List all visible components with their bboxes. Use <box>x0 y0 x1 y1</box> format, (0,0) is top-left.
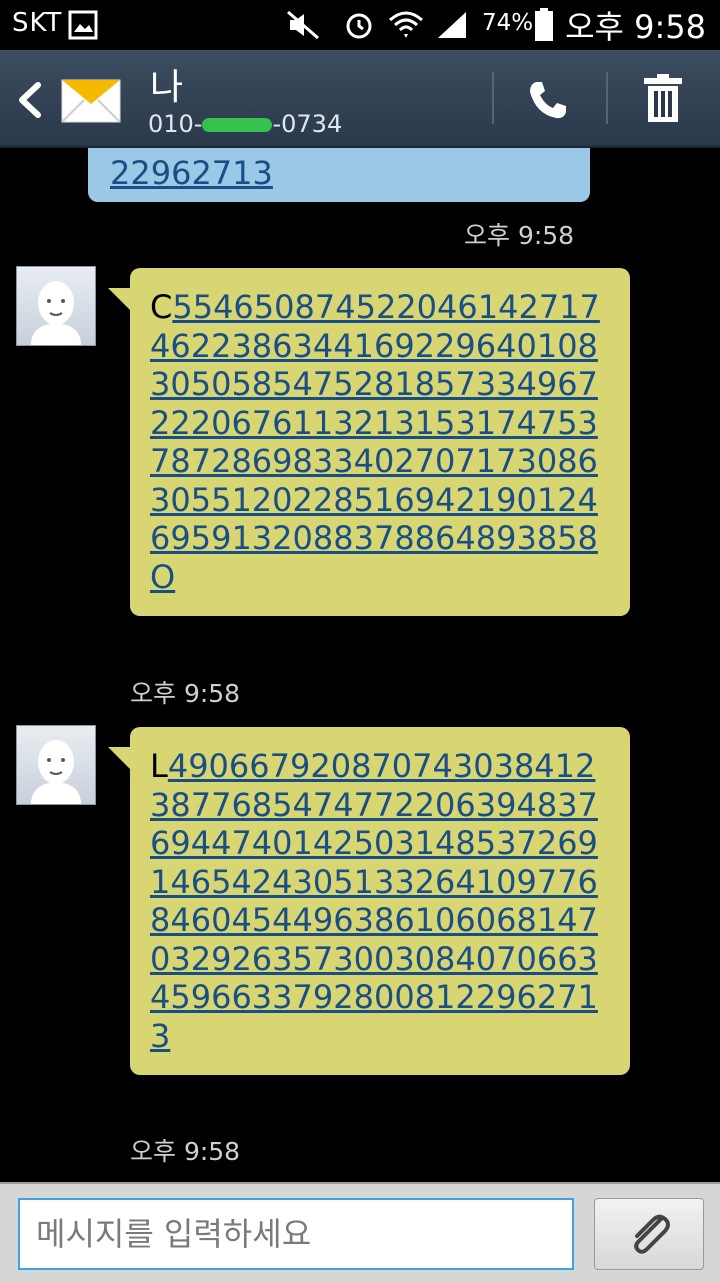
back-icon[interactable] <box>16 82 44 122</box>
attach-button[interactable] <box>594 1198 704 1270</box>
call-icon[interactable] <box>526 78 570 126</box>
message-text: L490667920870743038412387768547477220639… <box>150 747 598 1055</box>
delete-icon[interactable] <box>640 74 686 128</box>
header-divider <box>492 72 494 124</box>
envelope-icon <box>60 66 122 132</box>
contact-number: 010- -0734 <box>148 110 343 138</box>
compose-bar <box>0 1182 720 1282</box>
sent-message-bubble[interactable]: 22962713 <box>88 148 590 202</box>
status-bar: SKT 74% 오후 9:58 <box>0 0 720 50</box>
message-list[interactable]: 22962713 오후 9:58 C5546508745220461427174… <box>0 148 720 1182</box>
conversation-header: 나 010- -0734 <box>0 50 720 148</box>
avatar[interactable] <box>16 725 96 805</box>
redacted-mask <box>202 118 273 132</box>
message-text: C554650874522046142717462238634416922964… <box>150 288 600 596</box>
avatar[interactable] <box>16 266 96 346</box>
contact-name: 나 <box>150 67 184 108</box>
signal-icon <box>436 10 468 44</box>
alarm-icon <box>344 10 374 44</box>
attach-icon <box>634 1214 670 1254</box>
message-time: 오후 9:58 <box>464 221 575 250</box>
message-link[interactable]: 22962713 <box>110 154 273 192</box>
received-message-bubble[interactable]: L490667920870743038412387768547477220639… <box>108 727 630 1075</box>
received-message-bubble[interactable]: C554650874522046142717462238634416922964… <box>108 268 630 616</box>
battery-percent: 74% <box>482 10 534 36</box>
wifi-icon <box>388 10 424 46</box>
avatar-icon <box>31 281 81 345</box>
mute-icon <box>286 10 320 44</box>
message-time: 오후 9:58 <box>130 1137 241 1166</box>
gallery-notification-icon <box>68 10 98 44</box>
carrier-label: SKT <box>12 8 63 38</box>
avatar-icon <box>31 740 81 804</box>
message-link[interactable]: 5546508745220461427174622386344169229640… <box>150 288 600 596</box>
message-link[interactable]: 4906679208707430384123877685474772206394… <box>150 747 598 1055</box>
battery-icon <box>534 8 554 46</box>
status-clock: 오후 9:58 <box>565 8 706 46</box>
message-time: 오후 9:58 <box>130 679 241 708</box>
message-input[interactable] <box>18 1198 574 1270</box>
header-divider <box>606 72 608 124</box>
